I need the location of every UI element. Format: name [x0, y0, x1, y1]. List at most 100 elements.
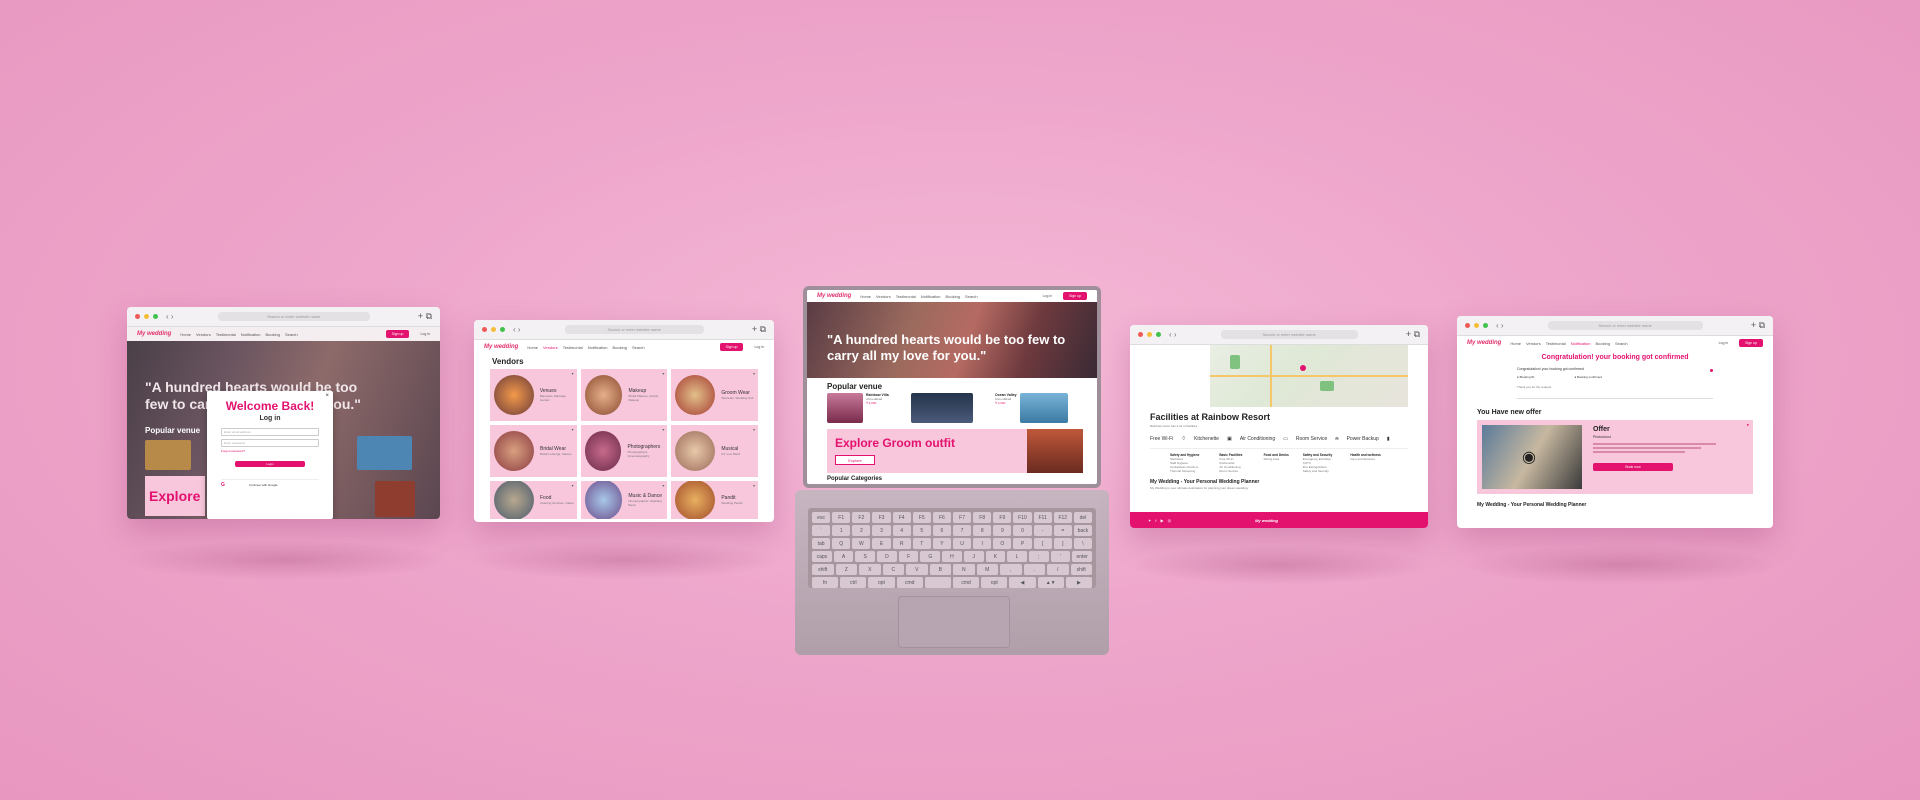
key[interactable]: F11 [1033, 512, 1052, 523]
minimize-dot[interactable] [1474, 323, 1479, 328]
key[interactable]: back [1073, 525, 1092, 536]
address-bar[interactable]: Search or enter website name [1220, 330, 1358, 339]
signup-button[interactable]: Sign up [719, 343, 744, 351]
email-field[interactable]: Enter email address [221, 428, 319, 436]
forgot-password-link[interactable]: Forgot password? [221, 449, 319, 453]
facebook-icon[interactable]: f [1155, 518, 1156, 523]
nav-testimonial[interactable]: Testimonial [896, 294, 916, 299]
close-icon[interactable]: ● [1747, 422, 1749, 427]
key[interactable]: F3 [872, 512, 891, 523]
key[interactable]: M [976, 564, 998, 575]
key[interactable]: C [882, 564, 904, 575]
nav-search[interactable]: Search [285, 332, 298, 337]
google-button[interactable]: G Continue with Google [221, 479, 319, 488]
nav-booking[interactable]: Booking [613, 345, 627, 350]
site-logo[interactable]: My wedding [484, 344, 518, 350]
vendor-card-groom-wear[interactable]: Groom Wear Sherwani, Wedding Suit ▾ [671, 369, 758, 421]
minimize-dot[interactable] [491, 327, 496, 332]
book-now-button[interactable]: Book now [1593, 463, 1673, 471]
chevron-left-icon[interactable]: ‹ › [513, 325, 521, 334]
new-tab-icon[interactable]: + ⧉ [1406, 329, 1420, 340]
chevron-down-icon[interactable]: ▾ [572, 427, 574, 432]
key[interactable]: ` [812, 525, 831, 536]
login-button[interactable]: Login [235, 461, 305, 467]
youtube-icon[interactable]: ▶ [1160, 518, 1163, 523]
key[interactable]: ' [1050, 551, 1071, 562]
nav-notification[interactable]: Notification [921, 294, 941, 299]
key[interactable]: tab [812, 538, 831, 549]
nav-booking[interactable]: Booking [266, 332, 280, 337]
key[interactable]: \ [1073, 538, 1092, 549]
minimize-dot[interactable] [1147, 332, 1152, 337]
vendor-card-makeup[interactable]: Makeup Bridal Makeup, Family Makeup ▾ [580, 369, 668, 421]
key[interactable]: A [833, 551, 854, 562]
key[interactable]: caps [812, 551, 832, 562]
nav-search[interactable]: Search [1615, 341, 1628, 346]
instagram-icon[interactable]: ◎ [1168, 518, 1172, 523]
key[interactable]: F8 [973, 512, 992, 523]
key[interactable]: 3 [872, 525, 891, 536]
vendor-card-food[interactable]: Food Catering Services, Cakes ▾ [490, 481, 577, 519]
key[interactable]: 2 [852, 525, 871, 536]
nav-home[interactable]: Home [860, 294, 871, 299]
key[interactable]: 6 [932, 525, 951, 536]
key[interactable]: ; [1028, 551, 1049, 562]
key[interactable]: U [953, 538, 972, 549]
nav-booking[interactable]: Booking [946, 294, 960, 299]
key[interactable]: J [963, 551, 984, 562]
key[interactable]: 4 [892, 525, 911, 536]
chevron-down-icon[interactable]: ▾ [753, 483, 755, 488]
key[interactable]: F2 [852, 512, 871, 523]
nav-booking[interactable]: Booking [1596, 341, 1610, 346]
key[interactable]: 9 [993, 525, 1012, 536]
key[interactable]: Q [832, 538, 851, 549]
explore-button[interactable]: Explore [835, 455, 875, 465]
map[interactable] [1210, 345, 1408, 407]
chevron-down-icon[interactable]: ▾ [662, 427, 664, 432]
key[interactable]: 0 [1013, 525, 1032, 536]
nav-vendors[interactable]: Vendors [196, 332, 211, 337]
key[interactable]: ▲▼ [1037, 577, 1064, 588]
maximize-dot[interactable] [500, 327, 505, 332]
key[interactable]: 7 [953, 525, 972, 536]
nav-testimonial[interactable]: Testimonial [216, 332, 236, 337]
vendor-card-pandit[interactable]: Pandit Wedding Pandit ▾ [671, 481, 758, 519]
key[interactable]: 8 [973, 525, 992, 536]
key[interactable]: G [920, 551, 941, 562]
key[interactable]: opt [981, 577, 1008, 588]
site-logo[interactable]: My wedding [137, 331, 171, 337]
key[interactable]: esc [812, 512, 831, 523]
nav-home[interactable]: Home [180, 332, 191, 337]
key[interactable]: R [892, 538, 911, 549]
maximize-dot[interactable] [1483, 323, 1488, 328]
address-bar[interactable]: Search or enter website name [217, 312, 370, 321]
login-link[interactable]: Log in [420, 332, 430, 336]
nav-search[interactable]: Search [965, 294, 978, 299]
key[interactable]: F10 [1013, 512, 1032, 523]
address-bar[interactable]: Search or enter website name [1547, 321, 1703, 330]
key[interactable]: 1 [832, 525, 851, 536]
maximize-dot[interactable] [1156, 332, 1161, 337]
key[interactable]: 5 [912, 525, 931, 536]
groom-thumb[interactable] [375, 481, 415, 517]
key[interactable]: ▶ [1065, 577, 1092, 588]
nav-search[interactable]: Search [632, 345, 645, 350]
key[interactable]: cmd [953, 577, 980, 588]
minimize-dot[interactable] [144, 314, 149, 319]
venue-card[interactable]: Rainbow Villa Ahmedabad ₹ 4,000 [827, 393, 907, 425]
signup-button[interactable]: Sign up [1739, 339, 1763, 347]
close-icon[interactable]: × [325, 393, 329, 399]
key[interactable]: F5 [912, 512, 931, 523]
nav-notification[interactable]: Notification [241, 332, 261, 337]
chevron-down-icon[interactable]: ▾ [662, 483, 664, 488]
key[interactable]: D [877, 551, 897, 562]
key[interactable]: I [973, 538, 992, 549]
login-link[interactable]: Log in [1043, 294, 1053, 298]
key[interactable]: opt [868, 577, 895, 588]
signup-button[interactable]: Sign up [1063, 292, 1087, 300]
vendor-card-photographers[interactable]: Photographers Photographers, Cinematograp… [580, 425, 668, 477]
key[interactable]: O [993, 538, 1012, 549]
maximize-dot[interactable] [153, 314, 158, 319]
site-logo[interactable]: My wedding [1467, 340, 1501, 346]
twitter-icon[interactable]: ✦ [1148, 518, 1151, 523]
